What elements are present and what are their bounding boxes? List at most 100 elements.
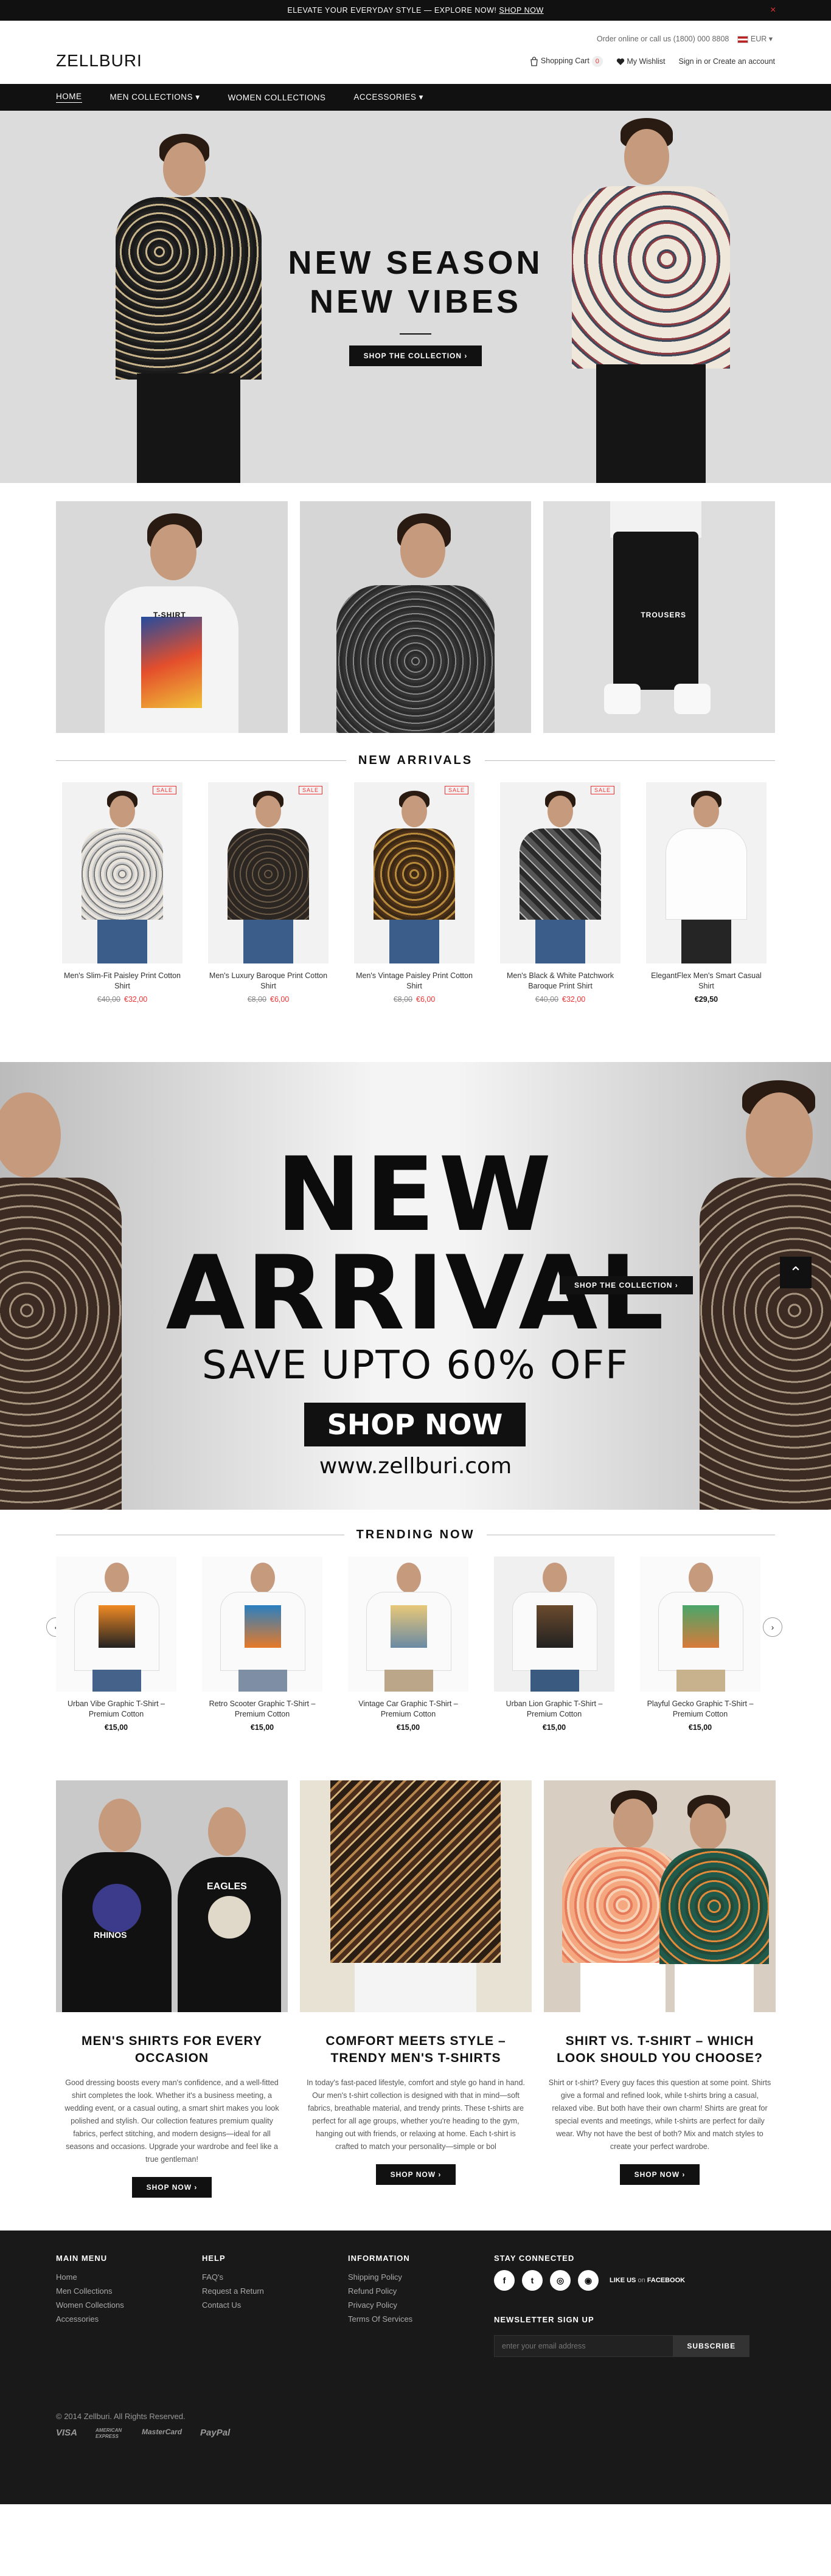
facebook-icon[interactable]: f <box>494 2270 515 2291</box>
product-price: €15,00 <box>250 1723 274 1732</box>
product-image[interactable]: SALE <box>354 782 475 963</box>
shopping-cart-link[interactable]: Shopping Cart 0 <box>530 56 603 67</box>
site-logo[interactable]: ZELLBURI <box>56 51 142 71</box>
footer-help: HELP FAQ's Request a Return Contact Us <box>202 2254 348 2357</box>
product-card[interactable]: SALE Men's Black & White Patchwork Baroq… <box>500 782 621 1004</box>
product-card[interactable]: SALE Men's Vintage Paisley Print Cotton … <box>354 782 475 1004</box>
rss-icon[interactable]: ◉ <box>578 2270 599 2291</box>
article-image[interactable]: RHINOS EAGLES <box>56 1780 288 2012</box>
carousel-next-button[interactable]: › <box>763 1617 782 1637</box>
sale-badge: SALE <box>590 786 614 794</box>
product-card[interactable]: Playful Gecko Graphic T-Shirt – Premium … <box>640 1557 760 1732</box>
product-image[interactable]: SALE <box>62 782 183 963</box>
cart-count-badge: 0 <box>591 56 603 67</box>
subscribe-button[interactable]: SUBSCRIBE <box>673 2335 749 2357</box>
announcement-text: ELEVATE YOUR EVERYDAY STYLE — EXPLORE NO… <box>287 6 497 15</box>
footer-link-privacy-policy[interactable]: Privacy Policy <box>348 2298 494 2312</box>
feature-articles: RHINOS EAGLES MEN'S SHIRTS FOR EVERY OCC… <box>0 1780 831 2198</box>
product-image[interactable] <box>56 1557 176 1692</box>
product-name[interactable]: Retro Scooter Graphic T-Shirt – Premium … <box>202 1699 322 1720</box>
nav-item-women-collections[interactable]: WOMEN COLLECTIONS <box>228 93 326 102</box>
product-card[interactable]: Retro Scooter Graphic T-Shirt – Premium … <box>202 1557 322 1732</box>
main-nav: HOME MEN COLLECTIONS ▾ WOMEN COLLECTIONS… <box>0 84 831 111</box>
product-image[interactable] <box>646 782 767 963</box>
product-name[interactable]: Urban Lion Graphic T-Shirt – Premium Cot… <box>494 1699 614 1720</box>
wishlist-link[interactable]: My Wishlist <box>616 57 666 66</box>
footer-heading: MAIN MENU <box>56 2254 108 2263</box>
announcement-shop-now-link[interactable]: SHOP NOW <box>499 6 543 15</box>
footer-link-contact-us[interactable]: Contact Us <box>202 2298 348 2312</box>
promo-shop-now-button[interactable]: SHOP NOW <box>304 1403 526 1446</box>
footer-link-shipping-policy[interactable]: Shipping Policy <box>348 2270 494 2284</box>
mastercard-logo: MasterCard <box>142 2428 183 2436</box>
article-title[interactable]: SHIRT VS. T-SHIRT – WHICH LOOK SHOULD YO… <box>548 2033 772 2067</box>
product-image[interactable]: SALE <box>208 782 329 963</box>
nav-item-home[interactable]: HOME <box>56 92 82 103</box>
amex-logo: AMERICAN EXPRESS <box>96 2428 122 2439</box>
article-shop-now-button[interactable]: SHOP NOW › <box>131 2177 212 2198</box>
like-us-facebook[interactable]: LIKE US on FACEBOOK <box>610 2277 685 2284</box>
footer-heading: INFORMATION <box>348 2254 410 2263</box>
footer-link-home[interactable]: Home <box>56 2270 202 2284</box>
instagram-icon[interactable]: ◎ <box>550 2270 571 2291</box>
twitter-icon[interactable]: t <box>522 2270 543 2291</box>
payment-methods: VISA AMERICAN EXPRESS MasterCard PayPal <box>56 2428 230 2440</box>
product-image[interactable] <box>348 1557 468 1692</box>
article-image[interactable] <box>544 1780 776 2012</box>
nav-item-men-collections[interactable]: MEN COLLECTIONS ▾ <box>110 92 200 102</box>
product-image[interactable] <box>640 1557 760 1692</box>
article-image[interactable] <box>300 1780 532 2012</box>
category-tile-trousers[interactable]: TROUSERS <box>543 501 776 733</box>
footer-link-accessories[interactable]: Accessories <box>56 2312 202 2326</box>
article-card: RHINOS EAGLES MEN'S SHIRTS FOR EVERY OCC… <box>56 1780 288 2198</box>
currency-selector[interactable]: EUR ▾ <box>737 34 773 43</box>
footer-link-refund-policy[interactable]: Refund Policy <box>348 2284 494 2298</box>
product-card[interactable]: Urban Vibe Graphic T-Shirt – Premium Cot… <box>56 1557 176 1732</box>
promo-shop-collection-button[interactable]: SHOP THE COLLECTION › <box>560 1276 693 1294</box>
article-title[interactable]: COMFORT MEETS STYLE – TRENDY MEN'S T-SHI… <box>304 2033 528 2067</box>
scroll-to-top-button[interactable]: ⌃ <box>780 1257 812 1288</box>
footer-link-terms[interactable]: Terms Of Services <box>348 2312 494 2326</box>
article-shop-now-button[interactable]: SHOP NOW › <box>375 2164 456 2185</box>
product-name[interactable]: Playful Gecko Graphic T-Shirt – Premium … <box>640 1699 760 1720</box>
create-account-link[interactable]: Create an account <box>713 57 775 66</box>
product-name[interactable]: Urban Vibe Graphic T-Shirt – Premium Cot… <box>56 1699 176 1720</box>
footer-main-menu: MAIN MENU Home Men Collections Women Col… <box>56 2254 202 2357</box>
promo-banner[interactable]: NEW ARRIVAL SAVE UPTO 60% OFF SHOP NOW w… <box>0 1062 831 1510</box>
hero-shop-collection-button[interactable]: SHOP THE COLLECTION › <box>349 345 482 366</box>
newsletter-email-input[interactable] <box>494 2335 673 2357</box>
footer-information: INFORMATION Shipping Policy Refund Polic… <box>348 2254 494 2357</box>
product-name[interactable]: Men's Black & White Patchwork Baroque Pr… <box>500 971 621 991</box>
footer-link-request-return[interactable]: Request a Return <box>202 2284 348 2298</box>
article-card: COMFORT MEETS STYLE – TRENDY MEN'S T-SHI… <box>300 1780 532 2198</box>
article-title[interactable]: MEN'S SHIRTS FOR EVERY OCCASION <box>60 2033 284 2067</box>
social-links: f t ◎ ◉ LIKE US on FACEBOOK <box>494 2270 749 2291</box>
close-icon[interactable]: × <box>770 5 776 16</box>
chevron-right-icon: › <box>771 1622 774 1632</box>
product-card[interactable]: SALE Men's Slim-Fit Paisley Print Cotton… <box>62 782 183 1004</box>
product-name[interactable]: Vintage Car Graphic T-Shirt – Premium Co… <box>348 1699 468 1720</box>
product-name[interactable]: Men's Luxury Baroque Print Cotton Shirt <box>208 971 329 991</box>
nav-item-accessories[interactable]: ACCESSORIES ▾ <box>353 92 423 102</box>
product-card[interactable]: Vintage Car Graphic T-Shirt – Premium Co… <box>348 1557 468 1732</box>
product-name[interactable]: ElegantFlex Men's Smart Casual Shirt <box>646 971 767 991</box>
article-shop-now-button[interactable]: SHOP NOW › <box>619 2164 700 2185</box>
product-card[interactable]: ElegantFlex Men's Smart Casual Shirt €29… <box>646 782 767 1004</box>
article-excerpt: In today's fast-paced lifestyle, comfort… <box>307 2078 525 2151</box>
sale-badge: SALE <box>152 786 176 794</box>
product-name[interactable]: Men's Slim-Fit Paisley Print Cotton Shir… <box>62 971 183 991</box>
category-tile-tshirt[interactable]: T-SHIRT <box>56 501 288 733</box>
product-price: €15,00 <box>542 1723 566 1732</box>
footer-link-women-collections[interactable]: Women Collections <box>56 2298 202 2312</box>
footer-link-faqs[interactable]: FAQ's <box>202 2270 348 2284</box>
product-image[interactable]: SALE <box>500 782 621 963</box>
product-image[interactable] <box>494 1557 614 1692</box>
site-footer: MAIN MENU Home Men Collections Women Col… <box>0 2231 831 2504</box>
product-image[interactable] <box>202 1557 322 1692</box>
product-name[interactable]: Men's Vintage Paisley Print Cotton Shirt <box>354 971 475 991</box>
category-tile-shirts[interactable] <box>299 501 532 733</box>
footer-link-men-collections[interactable]: Men Collections <box>56 2284 202 2298</box>
product-card[interactable]: SALE Men's Luxury Baroque Print Cotton S… <box>208 782 329 1004</box>
product-card[interactable]: Urban Lion Graphic T-Shirt – Premium Cot… <box>494 1557 614 1732</box>
sign-in-link[interactable]: Sign in <box>679 57 702 66</box>
